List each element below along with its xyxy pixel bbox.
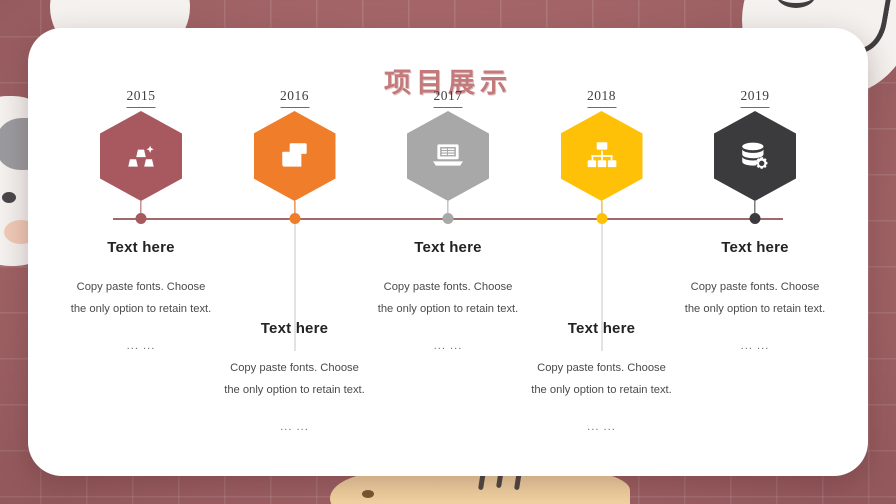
milestone-body-line-2: the only option to retain text. [531, 383, 672, 396]
milestone-body-line-1: Copy paste fonts. Choose [690, 281, 820, 293]
milestone-ellipsis: ... ... [587, 420, 616, 433]
year-label-2019[interactable]: 2019 [740, 88, 770, 108]
database-settings-icon [714, 111, 796, 201]
timeline-dot-2016[interactable] [289, 213, 300, 224]
milestone-body-line-1: Copy paste fonts. Choose [383, 281, 513, 293]
year-label-2015[interactable]: 2015 [126, 88, 156, 108]
milestone-body-line-1: Copy paste fonts. Choose [230, 362, 359, 374]
milestone-body-line-2: the only option to retain text. [377, 302, 519, 315]
milestone-body-line-2: the only option to retain text. [224, 383, 365, 396]
milestone-hexagon-2016[interactable] [253, 111, 336, 201]
milestone-body-line-1: Copy paste fonts. Choose [76, 281, 206, 293]
milestone-ellipsis: ... ... [740, 339, 770, 352]
milestone-hexagon-2018[interactable] [560, 111, 643, 201]
milestone-heading: Text here [107, 239, 175, 256]
content-card: 项目展示 2015 Text here Copy paste fonts. Choo… [28, 28, 868, 476]
gold-bars-icon [100, 111, 182, 201]
printer-icon [253, 111, 336, 201]
milestone-text-block-2019: Text here Copy paste fonts. Choose the onl… [640, 239, 868, 352]
milestone-hexagon-2019[interactable] [714, 111, 796, 201]
timeline-dot-2019[interactable] [749, 213, 761, 224]
year-label-2018[interactable]: 2018 [587, 88, 616, 108]
milestone-ellipsis: ... ... [280, 420, 309, 433]
timeline-dot-2018[interactable] [596, 213, 607, 224]
year-label-2016[interactable]: 2016 [280, 88, 309, 108]
milestone-hexagon-2017[interactable] [407, 111, 489, 201]
laptop-icon [407, 111, 489, 201]
timeline-dot-2017[interactable] [442, 213, 454, 224]
milestone-heading: Text here [721, 239, 789, 256]
milestone-body-line-1: Copy paste fonts. Choose [537, 362, 666, 374]
timeline-dot-2015[interactable] [135, 213, 147, 224]
year-label-2017[interactable]: 2017 [433, 88, 463, 108]
milestone-body-line-2: the only option to retain text. [684, 302, 826, 315]
org-chart-icon [560, 111, 643, 201]
milestone-hexagon-2015[interactable] [100, 111, 182, 201]
milestone-body-line-2: the only option to retain text. [70, 302, 212, 315]
milestone-heading: Text here [414, 239, 482, 256]
